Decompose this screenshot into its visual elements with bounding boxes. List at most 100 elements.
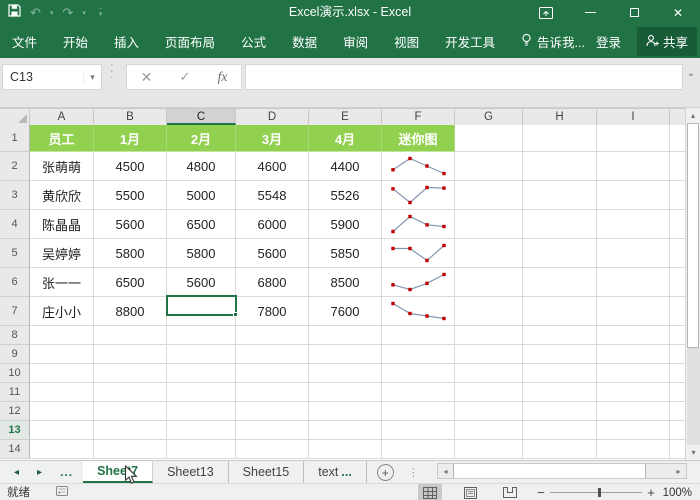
cell-G5[interactable] (455, 239, 523, 268)
cell-I10[interactable] (597, 364, 670, 383)
scroll-right-icon[interactable]: ▸ (671, 464, 686, 478)
row-header-6[interactable]: 6 (0, 268, 30, 297)
enter-icon[interactable]: ✓ (180, 69, 191, 85)
name-box-dropdown-icon[interactable]: ▾ (83, 72, 101, 83)
cell-H8[interactable] (523, 326, 597, 345)
cell-A2[interactable]: 张萌萌 (30, 152, 94, 181)
ribbon-tab-8[interactable]: 视图 (394, 32, 419, 51)
row-header-12[interactable]: 12 (0, 402, 30, 421)
cell-F11[interactable] (382, 383, 455, 402)
column-header-F[interactable]: F (382, 109, 455, 125)
horizontal-scrollbar-thumb[interactable] (453, 464, 646, 478)
cell-H9[interactable] (523, 345, 597, 364)
cell-B8[interactable] (94, 326, 167, 345)
cell-B5[interactable]: 5800 (94, 239, 167, 268)
row-header-1[interactable]: 1 (0, 125, 30, 152)
cell-G1[interactable] (455, 125, 523, 152)
cell-A8[interactable] (30, 326, 94, 345)
cell-F3[interactable] (382, 181, 455, 210)
cell-B1[interactable]: 1月 (94, 125, 167, 152)
cell-B14[interactable] (94, 440, 167, 459)
row-header-3[interactable]: 3 (0, 181, 30, 210)
cell-C6[interactable]: 5600 (167, 268, 236, 297)
row-header-10[interactable]: 10 (0, 364, 30, 383)
row-header-5[interactable]: 5 (0, 239, 30, 268)
cell-A6[interactable]: 张一一 (30, 268, 94, 297)
name-box[interactable]: C13 ▾ (2, 64, 102, 90)
cell-A11[interactable] (30, 383, 94, 402)
cell-D13[interactable] (236, 421, 309, 440)
scroll-up-icon[interactable]: ▴ (686, 108, 700, 123)
cell-E5[interactable]: 5850 (309, 239, 382, 268)
fill-handle[interactable] (233, 312, 238, 317)
zoom-in-icon[interactable]: + (642, 485, 660, 500)
cell-E6[interactable]: 8500 (309, 268, 382, 297)
cell-C8[interactable] (167, 326, 236, 345)
ribbon-tab-6[interactable]: 数据 (292, 32, 317, 51)
cell-G12[interactable] (455, 402, 523, 421)
cell-H11[interactable] (523, 383, 597, 402)
cell-A1[interactable]: 员工 (30, 125, 94, 152)
cell-D4[interactable]: 6000 (236, 210, 309, 239)
column-header-E[interactable]: E (309, 109, 382, 125)
column-header-C[interactable]: C (167, 109, 236, 125)
cell-D11[interactable] (236, 383, 309, 402)
cell-D10[interactable] (236, 364, 309, 383)
cell-G6[interactable] (455, 268, 523, 297)
cell-F7[interactable] (382, 297, 455, 326)
cell-C14[interactable] (167, 440, 236, 459)
cell-H7[interactable] (523, 297, 597, 326)
cell-G4[interactable] (455, 210, 523, 239)
page-layout-view-icon[interactable] (458, 484, 482, 500)
cell-C9[interactable] (167, 345, 236, 364)
prev-sheet-icon[interactable]: ◂ (14, 467, 19, 478)
zoom-out-icon[interactable]: − (532, 485, 550, 500)
cell-H12[interactable] (523, 402, 597, 421)
cell-C5[interactable]: 5800 (167, 239, 236, 268)
cell-D14[interactable] (236, 440, 309, 459)
cell-G2[interactable] (455, 152, 523, 181)
cell-E7[interactable]: 7600 (309, 297, 382, 326)
cancel-icon[interactable]: ✕ (141, 69, 153, 86)
cell-I12[interactable] (597, 402, 670, 421)
cell-F8[interactable] (382, 326, 455, 345)
zoom-slider[interactable] (550, 492, 642, 493)
cell-A10[interactable] (30, 364, 94, 383)
macro-record-icon[interactable] (56, 483, 68, 500)
cell-D9[interactable] (236, 345, 309, 364)
row-header-4[interactable]: 4 (0, 210, 30, 239)
cell-A13[interactable] (30, 421, 94, 440)
ribbon-tab-2[interactable]: 开始 (63, 32, 88, 51)
row-header-7[interactable]: 7 (0, 297, 30, 326)
cell-D2[interactable]: 4600 (236, 152, 309, 181)
cell-B6[interactable]: 6500 (94, 268, 167, 297)
cell-E1[interactable]: 4月 (309, 125, 382, 152)
column-header-B[interactable]: B (94, 109, 167, 125)
cell-B13[interactable] (94, 421, 167, 440)
cell-I5[interactable] (597, 239, 670, 268)
cell-H10[interactable] (523, 364, 597, 383)
sign-in-button[interactable]: 登录 (596, 25, 621, 58)
cell-F5[interactable] (382, 239, 455, 268)
cell-G3[interactable] (455, 181, 523, 210)
cell-C13[interactable] (167, 421, 236, 440)
cell-B9[interactable] (94, 345, 167, 364)
cell-E10[interactable] (309, 364, 382, 383)
page-break-view-icon[interactable] (498, 484, 522, 500)
cell-A7[interactable]: 庄小小 (30, 297, 94, 326)
cell-I4[interactable] (597, 210, 670, 239)
cell-F10[interactable] (382, 364, 455, 383)
sheet-tab-sheet13[interactable]: Sheet13 (153, 461, 229, 483)
cell-E9[interactable] (309, 345, 382, 364)
cell-H13[interactable] (523, 421, 597, 440)
cell-B2[interactable]: 4500 (94, 152, 167, 181)
sheet-tab-text[interactable]: text... (304, 461, 367, 483)
cell-H6[interactable] (523, 268, 597, 297)
cell-B3[interactable]: 5500 (94, 181, 167, 210)
cell-G13[interactable] (455, 421, 523, 440)
formula-bar-handle[interactable]: ⁚⁚ (110, 66, 114, 78)
row-header-9[interactable]: 9 (0, 345, 30, 364)
cell-E8[interactable] (309, 326, 382, 345)
cell-D3[interactable]: 5548 (236, 181, 309, 210)
cell-C11[interactable] (167, 383, 236, 402)
